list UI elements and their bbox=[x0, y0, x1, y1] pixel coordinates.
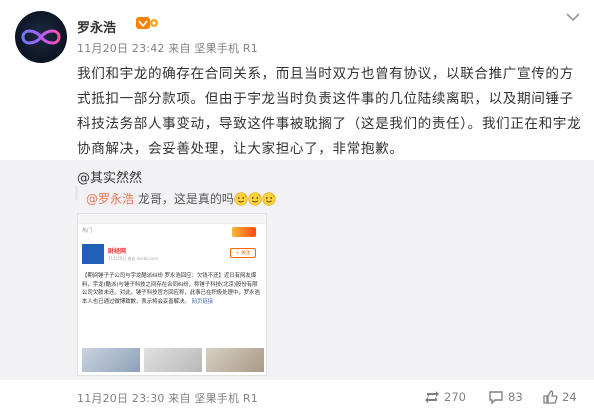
image-topbar-label: 热门 bbox=[82, 228, 93, 234]
image-body-text: 【期间锤子子公司与宇龙酷派纠纷 罗永浩回应：欠钱不还】近日有网友爆料，宇龙(酷派… bbox=[82, 272, 262, 306]
like-icon bbox=[543, 390, 558, 404]
repost-author-name[interactable]: 其实然然 bbox=[90, 171, 142, 186]
image-banner bbox=[232, 227, 256, 237]
image-source-name: 财经网 bbox=[108, 248, 127, 255]
infinity-logo-icon bbox=[21, 29, 61, 45]
image-source-row: 财经网 11月20日 来自 weibo.com + 关注 bbox=[82, 244, 262, 266]
image-thumb-1 bbox=[82, 348, 140, 372]
repost-body: 龙哥，这是真的吗 bbox=[134, 192, 234, 206]
comment-count: 83 bbox=[508, 390, 523, 404]
repost-author[interactable]: @其实然然 bbox=[77, 167, 142, 186]
avatar[interactable] bbox=[15, 11, 67, 63]
repost-source[interactable]: 坚果手机 R1 bbox=[194, 392, 258, 405]
verified-vip-icon[interactable] bbox=[135, 15, 159, 31]
repost-count: 270 bbox=[444, 390, 466, 404]
mention-link[interactable]: @罗永浩 bbox=[86, 192, 134, 206]
image-thumb-3 bbox=[206, 348, 264, 372]
image-link: 网页链接 bbox=[191, 298, 214, 305]
image-body: 【期间锤子子公司与宇龙酷派纠纷 罗永浩回应：欠钱不还】近日有网友爆料，宇龙(酷派… bbox=[82, 273, 260, 305]
repost-text: @罗永浩 龙哥，这是真的吗 bbox=[86, 190, 276, 207]
repost-meta: 11月20日 23:30 来自 坚果手机 R1 bbox=[77, 390, 258, 406]
image-follow-button: + 关注 bbox=[230, 248, 256, 258]
image-thumb-2 bbox=[144, 348, 202, 372]
quote-bar bbox=[75, 186, 78, 200]
attached-image[interactable]: 热门 财经网 11月20日 来自 weibo.com + 关注 【期间锤子子公司… bbox=[77, 213, 267, 376]
at-sign: @ bbox=[77, 171, 90, 186]
sweat-smile-emoji bbox=[262, 192, 276, 206]
post-timestamp[interactable]: 11月20日 23:42 bbox=[77, 42, 165, 55]
username[interactable]: 罗永浩 bbox=[77, 17, 116, 36]
image-statusbar bbox=[78, 214, 266, 224]
post-source[interactable]: 坚果手机 R1 bbox=[194, 42, 258, 55]
sweat-smile-emoji bbox=[248, 192, 262, 206]
repost-source-prefix: 来自 bbox=[168, 392, 191, 405]
repost-footer: 11月20日 23:30 来自 坚果手机 R1 270 83 24 bbox=[0, 380, 594, 414]
weibo-post: 罗永浩 11月20日 23:42 来自 坚果手机 R1 我们和宇龙的确存在合同关… bbox=[0, 0, 594, 160]
emoji-group bbox=[234, 192, 276, 206]
comment-icon bbox=[489, 391, 503, 405]
source-prefix: 来自 bbox=[168, 42, 191, 55]
image-thumbnails bbox=[82, 348, 264, 372]
repost-card[interactable]: @其实然然 @罗永浩 龙哥，这是真的吗 热门 财经网 11月20日 来自 wei… bbox=[0, 160, 594, 380]
repost-icon bbox=[425, 391, 439, 403]
sweat-smile-emoji bbox=[234, 192, 248, 206]
image-topbar: 热门 bbox=[78, 225, 266, 239]
image-source-logo bbox=[82, 244, 104, 264]
like-count: 24 bbox=[562, 390, 577, 404]
repost-timestamp[interactable]: 11月20日 23:30 bbox=[77, 392, 165, 405]
post-content: 我们和宇龙的确存在合同关系，而且当时双方也曾有协议，以联合推广宣传的方式抵扣一部… bbox=[77, 66, 582, 157]
chevron-down-icon[interactable] bbox=[566, 12, 580, 22]
post-meta: 11月20日 23:42 来自 坚果手机 R1 bbox=[77, 40, 258, 56]
image-source-sub: 11月20日 来自 weibo.com bbox=[108, 256, 159, 261]
